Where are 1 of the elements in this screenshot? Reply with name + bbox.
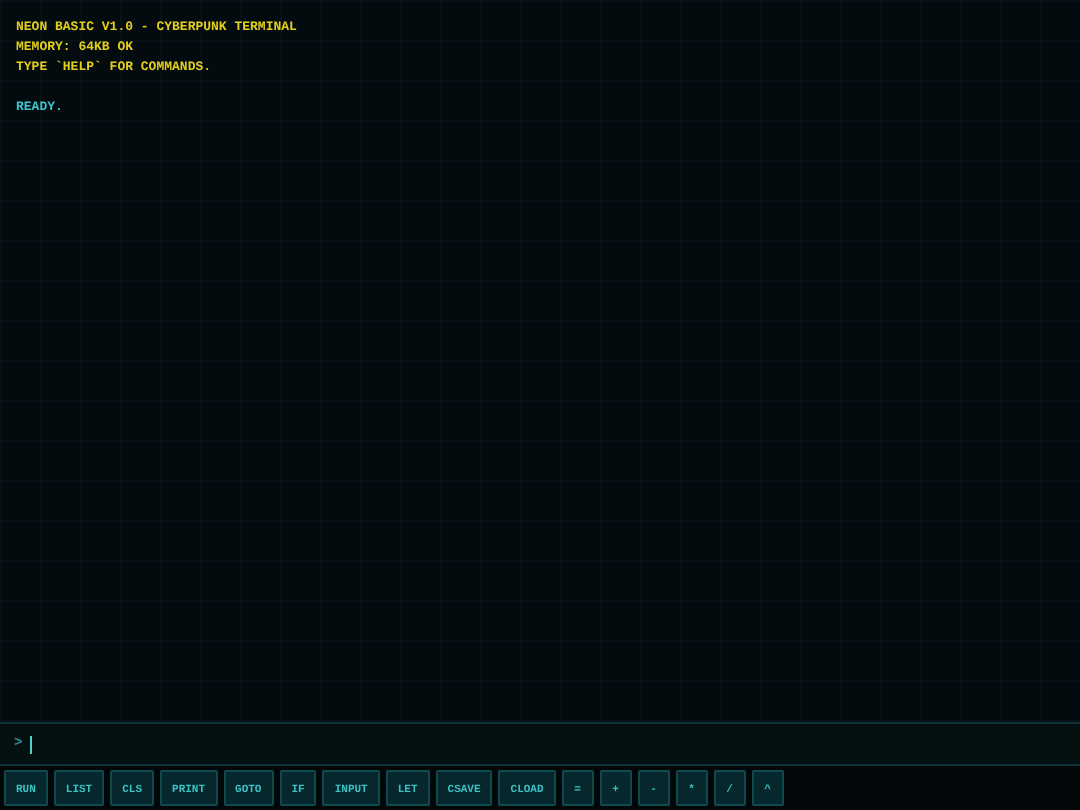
- text-cursor-icon: [30, 735, 33, 753]
